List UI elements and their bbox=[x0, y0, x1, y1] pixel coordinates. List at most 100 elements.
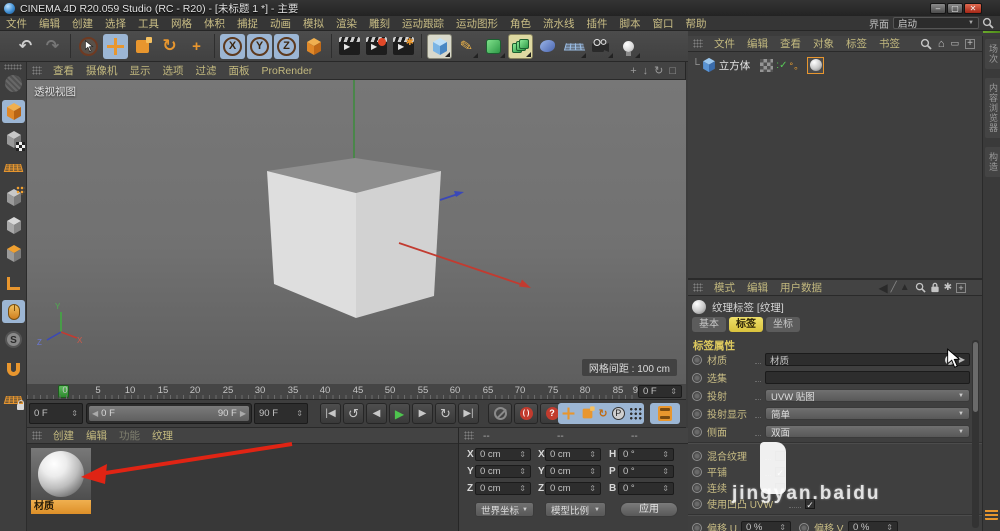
dock-tab-structure[interactable]: 构造 bbox=[985, 147, 1000, 177]
zoom-view-icon[interactable]: ↓ bbox=[643, 65, 649, 77]
size-y-field[interactable]: 0 cm⇕ bbox=[545, 465, 601, 478]
viewport-menu-item[interactable]: 选项 bbox=[163, 63, 184, 78]
hierarchy-branch-icon[interactable]: └ bbox=[692, 59, 700, 71]
current-frame-field[interactable]: 0 F⇕ bbox=[638, 385, 682, 398]
render-picture-viewer-button[interactable] bbox=[364, 34, 389, 59]
keyframe-selection-button[interactable] bbox=[650, 403, 680, 424]
menu-item[interactable]: 角色 bbox=[510, 16, 531, 31]
pos-x-field[interactable]: 0 cm⇕ bbox=[475, 448, 531, 461]
live-selection-tool[interactable] bbox=[76, 34, 101, 59]
viewport-menu-item[interactable]: 过滤 bbox=[196, 63, 217, 78]
end-frame-field[interactable]: 90 F⇕ bbox=[254, 403, 308, 424]
menu-item[interactable]: 流水线 bbox=[543, 16, 575, 31]
scrollbar[interactable] bbox=[972, 340, 979, 528]
side-dropdown[interactable]: 双面▼ bbox=[765, 425, 970, 438]
pos-y-field[interactable]: 0 cm⇕ bbox=[475, 465, 531, 478]
slider-left-arrow-icon[interactable]: ◀ bbox=[92, 409, 98, 418]
next-key-button[interactable]: ↻ bbox=[435, 403, 456, 424]
slider-right-arrow-icon[interactable]: ▶ bbox=[240, 409, 246, 418]
panel-menu-icon[interactable] bbox=[985, 509, 998, 520]
attribute-menu-item[interactable]: 模式 bbox=[714, 280, 735, 295]
new-panel-icon[interactable]: + bbox=[956, 283, 966, 293]
frame-range-slider[interactable]: ◀ 0 F 90 F ▶ bbox=[86, 403, 252, 424]
key-pla-toggle[interactable] bbox=[629, 407, 642, 420]
viewport-canvas[interactable]: 透视视图 网格间距 : 100 cm Y X Z bbox=[27, 80, 686, 384]
scene-cube[interactable] bbox=[27, 80, 686, 384]
attribute-menu-item[interactable]: 编辑 bbox=[747, 280, 768, 295]
make-editable-button[interactable] bbox=[2, 72, 25, 95]
search-icon[interactable] bbox=[920, 38, 932, 50]
camera-button[interactable] bbox=[589, 34, 614, 59]
gear-icon[interactable]: ✱ bbox=[944, 282, 952, 293]
viewport-menu-item[interactable]: 摄像机 bbox=[86, 63, 118, 78]
redo-button[interactable]: ↷ bbox=[40, 34, 65, 59]
offset-u-field[interactable]: 0 %⇕ bbox=[741, 521, 791, 531]
palette-grip[interactable] bbox=[464, 431, 474, 440]
palette-grip[interactable] bbox=[4, 64, 22, 70]
lock-icon[interactable] bbox=[930, 282, 940, 293]
parent-up-icon[interactable]: ▲ bbox=[900, 282, 910, 293]
offset-v-field[interactable]: 0 %⇕ bbox=[848, 521, 898, 531]
pos-z-field[interactable]: 0 cm⇕ bbox=[475, 482, 531, 495]
timeline-ruler[interactable]: 0 5 10 15 20 25 30 35 40 45 50 55 60 65 … bbox=[27, 384, 686, 400]
object-menu-item[interactable]: 对象 bbox=[813, 36, 834, 51]
scrollbar-thumb[interactable] bbox=[973, 342, 978, 412]
view-label[interactable]: 透视视图 bbox=[34, 84, 76, 99]
menu-item[interactable]: 选择 bbox=[105, 16, 126, 31]
size-x-field[interactable]: 0 cm⇕ bbox=[545, 448, 601, 461]
object-menu-item[interactable]: 编辑 bbox=[747, 36, 768, 51]
light-button[interactable] bbox=[616, 34, 641, 59]
previous-key-button[interactable]: ↺ bbox=[343, 403, 364, 424]
lock-x-axis-button[interactable]: X bbox=[220, 34, 245, 59]
menu-item[interactable]: 动画 bbox=[270, 16, 291, 31]
scale-tool[interactable] bbox=[130, 34, 155, 59]
object-menu-item[interactable]: 标签 bbox=[846, 36, 867, 51]
toggle-view-icon[interactable]: □ bbox=[669, 65, 676, 77]
menu-item[interactable]: 运动图形 bbox=[456, 16, 498, 31]
menu-item[interactable]: 创建 bbox=[72, 16, 93, 31]
menu-item[interactable]: 模拟 bbox=[303, 16, 324, 31]
menu-item[interactable]: 帮助 bbox=[686, 16, 707, 31]
move-tool[interactable] bbox=[103, 34, 128, 59]
layout-dropdown[interactable]: 启动 ▼ bbox=[893, 17, 979, 29]
keyframe-dot-icon[interactable] bbox=[799, 523, 809, 531]
subdivision-surface-button[interactable] bbox=[481, 34, 506, 59]
material-menu-item[interactable]: 创建 bbox=[53, 428, 74, 443]
menu-item[interactable]: 网格 bbox=[171, 16, 192, 31]
projection-display-dropdown[interactable]: 简单▼ bbox=[765, 407, 970, 420]
spline-pen-button[interactable]: ✎ bbox=[454, 34, 479, 59]
go-to-start-button[interactable]: |◀ bbox=[320, 403, 341, 424]
menu-item[interactable]: 文件 bbox=[6, 16, 27, 31]
next-frame-button[interactable]: ▶ bbox=[412, 403, 433, 424]
keyframe-dot-icon[interactable] bbox=[692, 427, 702, 437]
menu-item[interactable]: 编辑 bbox=[39, 16, 60, 31]
palette-grip[interactable] bbox=[693, 39, 703, 48]
model-mode-button[interactable] bbox=[2, 100, 25, 123]
viewport-menu-item[interactable]: 面板 bbox=[229, 63, 250, 78]
rot-h-field[interactable]: 0 °⇕ bbox=[618, 448, 674, 461]
spinner-icon[interactable]: ⇕ bbox=[296, 409, 303, 418]
workplane-mode-button[interactable] bbox=[2, 156, 25, 179]
viewport-menu-item[interactable]: 查看 bbox=[53, 63, 74, 78]
menu-item[interactable]: 渲染 bbox=[336, 16, 357, 31]
key-position-toggle[interactable] bbox=[563, 408, 575, 420]
keyframe-dot-icon[interactable] bbox=[692, 523, 702, 531]
menu-item[interactable]: 脚本 bbox=[620, 16, 641, 31]
start-frame-field[interactable]: 0 F⇕ bbox=[29, 403, 83, 424]
record-keyframe-button[interactable]: ( ) bbox=[514, 403, 538, 424]
selection-field[interactable] bbox=[765, 371, 970, 384]
enable-dots-icon[interactable]: °。 bbox=[789, 59, 804, 72]
play-button[interactable]: ▶ bbox=[389, 403, 410, 424]
collapse-icon[interactable]: ▭ bbox=[950, 38, 959, 49]
menu-item[interactable]: 捕捉 bbox=[237, 16, 258, 31]
menu-item[interactable]: 雕刻 bbox=[369, 16, 390, 31]
tab-tag[interactable]: 标签 bbox=[729, 317, 763, 332]
palette-grip[interactable] bbox=[32, 431, 42, 440]
palette-grip[interactable] bbox=[32, 66, 42, 75]
axis-mode-button[interactable] bbox=[2, 272, 25, 295]
rot-p-field[interactable]: 0 °⇕ bbox=[618, 465, 674, 478]
keyframe-dot-icon[interactable] bbox=[692, 373, 702, 383]
render-settings-button[interactable]: ✱ bbox=[391, 34, 416, 59]
fields-button[interactable] bbox=[535, 34, 560, 59]
visibility-dots-icon[interactable]: :✓ bbox=[776, 60, 787, 71]
